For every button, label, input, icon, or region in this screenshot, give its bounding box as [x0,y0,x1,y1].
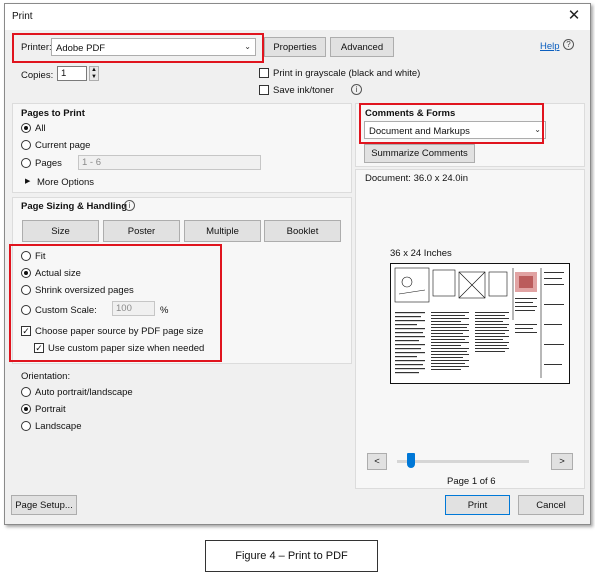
tab-size[interactable]: Size [22,220,99,242]
page-sizing-heading: Page Sizing & Handling [21,201,128,212]
page-preview [390,263,570,384]
printer-highlight [12,33,264,63]
info-icon: i [351,84,362,95]
landscape-radio[interactable] [21,421,31,431]
document-size-label: Document: 36.0 x 24.0in [365,173,468,184]
help-icon[interactable]: ? [563,39,574,50]
comments-highlight [359,103,544,144]
auto-orientation-radio[interactable] [21,387,31,397]
pages-label: Pages [35,158,62,169]
more-options-link[interactable]: More Options [37,177,94,188]
figure-caption: Figure 4 – Print to PDF [205,540,378,572]
advanced-button[interactable]: Advanced [330,37,394,57]
portrait-radio[interactable] [21,404,31,414]
close-icon[interactable]: ✕ [566,7,582,25]
copies-stepper[interactable]: ▲ ▼ [89,66,99,81]
title-bar: Print ✕ [5,4,590,30]
all-label: All [35,123,46,134]
copies-input[interactable]: 1 [57,66,87,81]
help-link[interactable]: Help [540,41,560,52]
tab-booklet[interactable]: Booklet [264,220,341,242]
grayscale-checkbox[interactable] [259,68,269,78]
auto-orientation-label: Auto portrait/landscape [35,387,133,398]
landscape-label: Landscape [35,421,82,432]
pages-to-print-heading: Pages to Print [21,108,85,119]
cancel-button[interactable]: Cancel [518,495,584,515]
next-page-button[interactable]: > [551,453,573,470]
page-slider-track[interactable] [397,460,529,463]
tab-multiple[interactable]: Multiple [184,220,261,242]
blueprint-thumbnail-icon [391,264,568,382]
page-setup-button[interactable]: Page Setup... [11,495,77,515]
current-page-label: Current page [35,140,91,151]
dialog-title: Print [12,11,33,22]
previous-page-button[interactable]: < [367,453,387,470]
grayscale-label: Print in grayscale (black and white) [273,68,421,79]
page-slider-thumb[interactable] [407,453,415,468]
page-indicator: Page 1 of 6 [447,476,496,487]
save-ink-checkbox[interactable] [259,85,269,95]
portrait-label: Portrait [35,404,66,415]
print-dialog: Print ✕ Printer: Adobe PDF ⌄ Properties … [4,3,591,525]
page-size-label: 36 x 24 Inches [390,248,452,259]
tab-poster[interactable]: Poster [103,220,180,242]
current-page-radio[interactable] [21,140,31,150]
summarize-comments-button[interactable]: Summarize Comments [364,144,475,163]
pages-radio[interactable] [21,158,31,168]
copies-label: Copies: [21,70,54,81]
save-ink-label: Save ink/toner [273,85,334,96]
sizing-highlight [9,244,222,362]
properties-button[interactable]: Properties [264,37,326,57]
orientation-heading: Orientation: [21,371,71,382]
print-button[interactable]: Print [445,495,510,515]
all-radio[interactable] [21,123,31,133]
pages-range-input[interactable]: 1 - 6 [78,155,261,170]
info-icon: i [124,200,135,211]
caret-right-icon[interactable]: ▶ [25,177,30,185]
